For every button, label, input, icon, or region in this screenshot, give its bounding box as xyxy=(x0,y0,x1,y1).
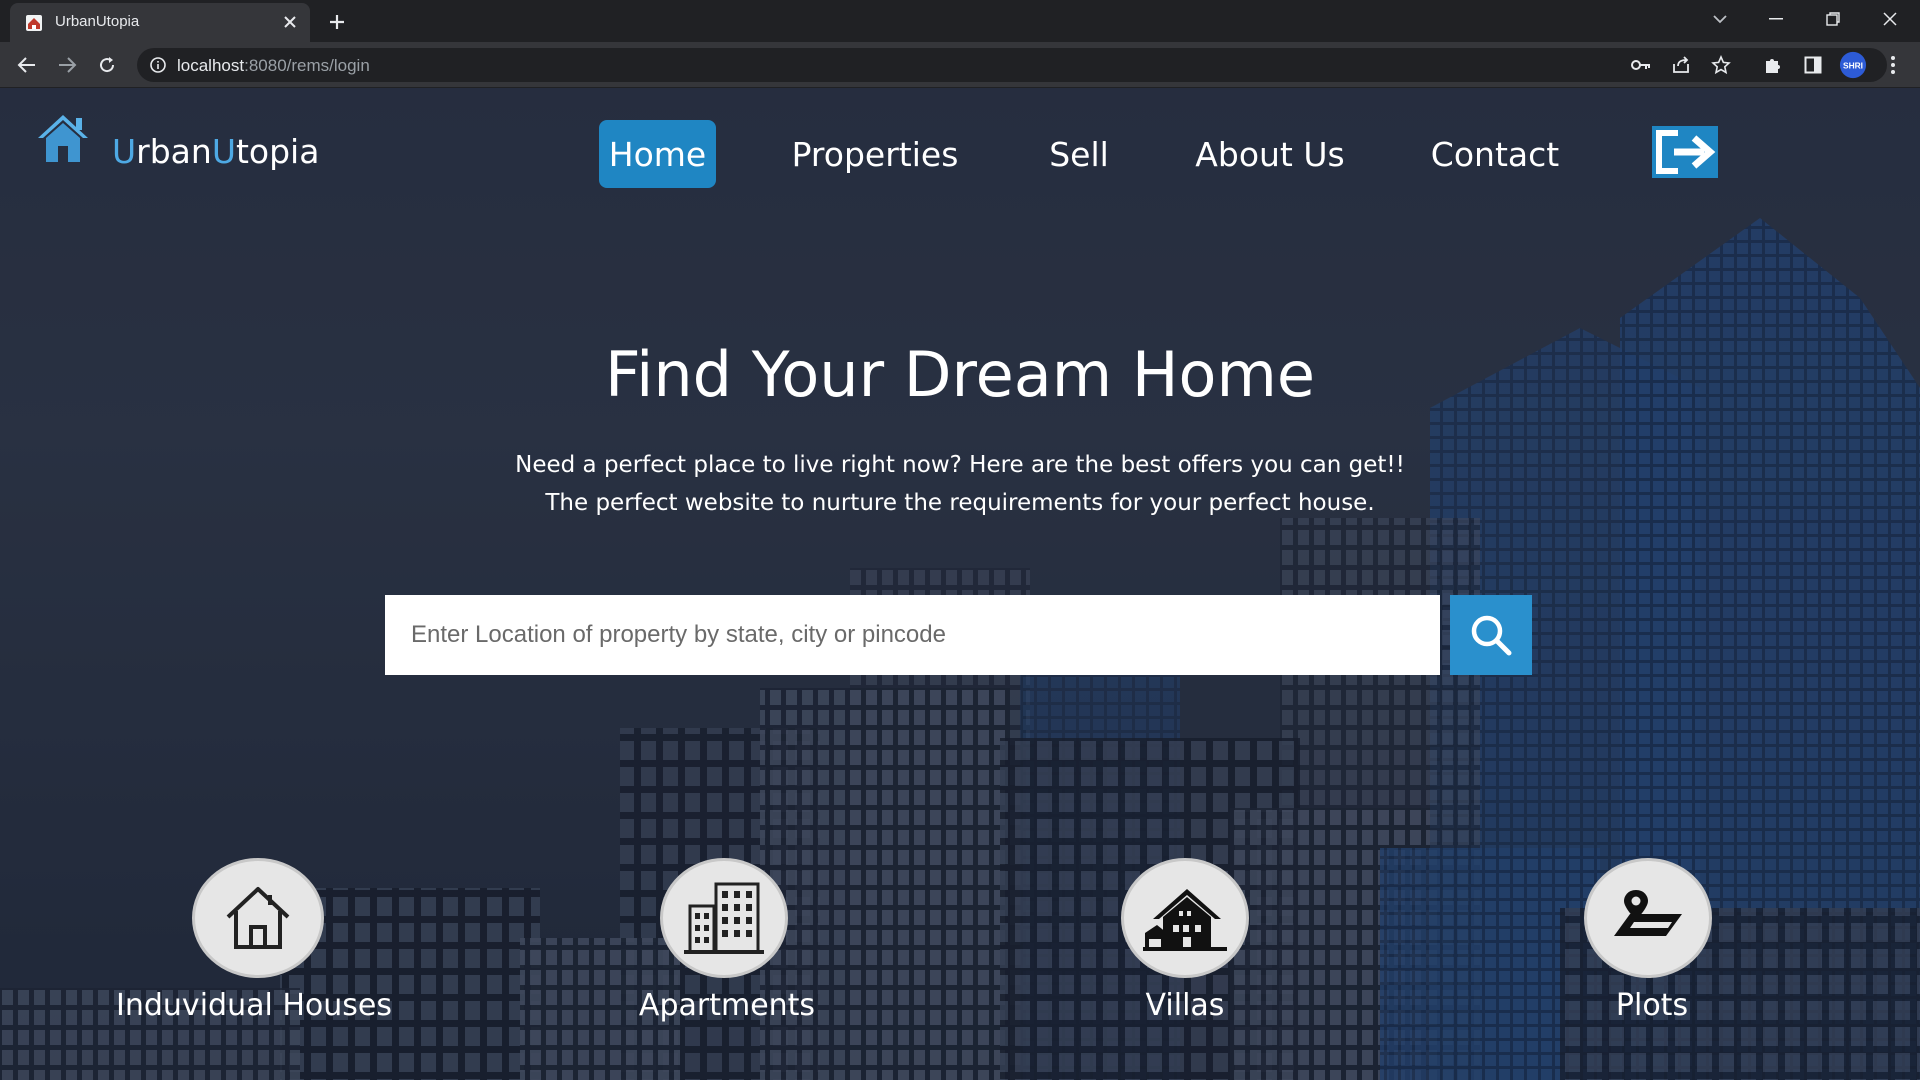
search-button[interactable] xyxy=(1450,595,1532,675)
brand-text-1: rban xyxy=(136,132,212,171)
apartment-icon-circle[interactable] xyxy=(660,858,788,978)
close-window-icon[interactable] xyxy=(1870,4,1910,34)
extensions-puzzle-icon[interactable] xyxy=(1759,51,1787,79)
category-apartments[interactable]: Apartments xyxy=(567,858,887,1038)
brand-letter-u1: U xyxy=(112,132,137,171)
share-icon[interactable] xyxy=(1670,54,1692,76)
browser-tab[interactable]: UrbanUtopia xyxy=(10,3,310,42)
browser-menu-icon[interactable] xyxy=(1879,51,1907,79)
tab-search-chevron-icon[interactable] xyxy=(1700,4,1740,34)
plot-icon-circle[interactable] xyxy=(1584,858,1712,978)
house-icon-circle[interactable] xyxy=(192,858,324,978)
nav-sell[interactable]: Sell xyxy=(1040,120,1118,188)
minimize-icon[interactable] xyxy=(1756,4,1796,34)
password-key-icon[interactable] xyxy=(1630,54,1652,76)
site-info-icon[interactable] xyxy=(149,56,167,74)
apartment-building-icon xyxy=(684,882,764,954)
home-logo-icon[interactable] xyxy=(34,110,92,166)
search-icon xyxy=(1471,615,1512,656)
reload-icon[interactable] xyxy=(93,51,121,79)
category-label: Induvidual Houses xyxy=(116,988,392,1023)
forward-icon[interactable] xyxy=(53,51,81,79)
villa-icon-circle[interactable] xyxy=(1121,858,1249,978)
category-label: Apartments xyxy=(638,988,816,1023)
brand-name[interactable]: UrbanUtopia xyxy=(112,132,319,171)
page-viewport: UrbanUtopia Home Properties Sell About U… xyxy=(0,88,1920,1080)
back-icon[interactable] xyxy=(13,51,41,79)
tab-close-icon[interactable] xyxy=(280,12,300,32)
browser-tab-strip: UrbanUtopia xyxy=(0,0,1920,42)
side-panel-icon[interactable] xyxy=(1799,51,1827,79)
location-search-input[interactable] xyxy=(385,595,1440,675)
url-host: localhost xyxy=(177,56,245,75)
nav-contact[interactable]: Contact xyxy=(1425,120,1565,188)
tab-title: UrbanUtopia xyxy=(55,13,140,30)
villa-icon xyxy=(1143,889,1227,951)
site-favicon-icon xyxy=(26,15,42,31)
profile-avatar-icon[interactable]: SHRI xyxy=(1839,51,1867,79)
browser-toolbar: localhost:8080/rems/login SHRI xyxy=(0,42,1920,88)
brand-letter-u2: U xyxy=(211,132,236,171)
category-label: Villas xyxy=(1145,988,1225,1023)
category-label: Plots xyxy=(1615,988,1689,1023)
house-icon xyxy=(226,887,290,949)
new-tab-icon[interactable] xyxy=(325,10,349,34)
logout-icon[interactable] xyxy=(1652,126,1718,178)
plot-location-icon xyxy=(1614,890,1682,936)
restore-icon[interactable] xyxy=(1813,4,1853,34)
hero-subtitle-line2: The perfect website to nurture the requi… xyxy=(545,490,1375,516)
url-text[interactable]: localhost:8080/rems/login xyxy=(177,56,370,76)
hero-title: Find Your Dream Home xyxy=(604,338,1315,411)
nav-about-us[interactable]: About Us xyxy=(1195,120,1345,188)
category-individual-houses[interactable]: Induvidual Houses xyxy=(94,858,414,1038)
svg-text:SHRI: SHRI xyxy=(1843,61,1863,71)
url-path: :8080/rems/login xyxy=(244,56,370,75)
category-plots[interactable]: Plots xyxy=(1492,858,1812,1038)
hero-subtitle-line1: Need a perfect place to live right now? … xyxy=(515,452,1405,478)
bookmark-star-icon[interactable] xyxy=(1710,54,1732,76)
brand-text-2: topia xyxy=(235,132,320,171)
nav-properties[interactable]: Properties xyxy=(790,120,960,188)
nav-home[interactable]: Home xyxy=(599,120,716,188)
address-bar[interactable]: localhost:8080/rems/login xyxy=(137,48,1887,82)
category-villas[interactable]: Villas xyxy=(1025,858,1345,1038)
